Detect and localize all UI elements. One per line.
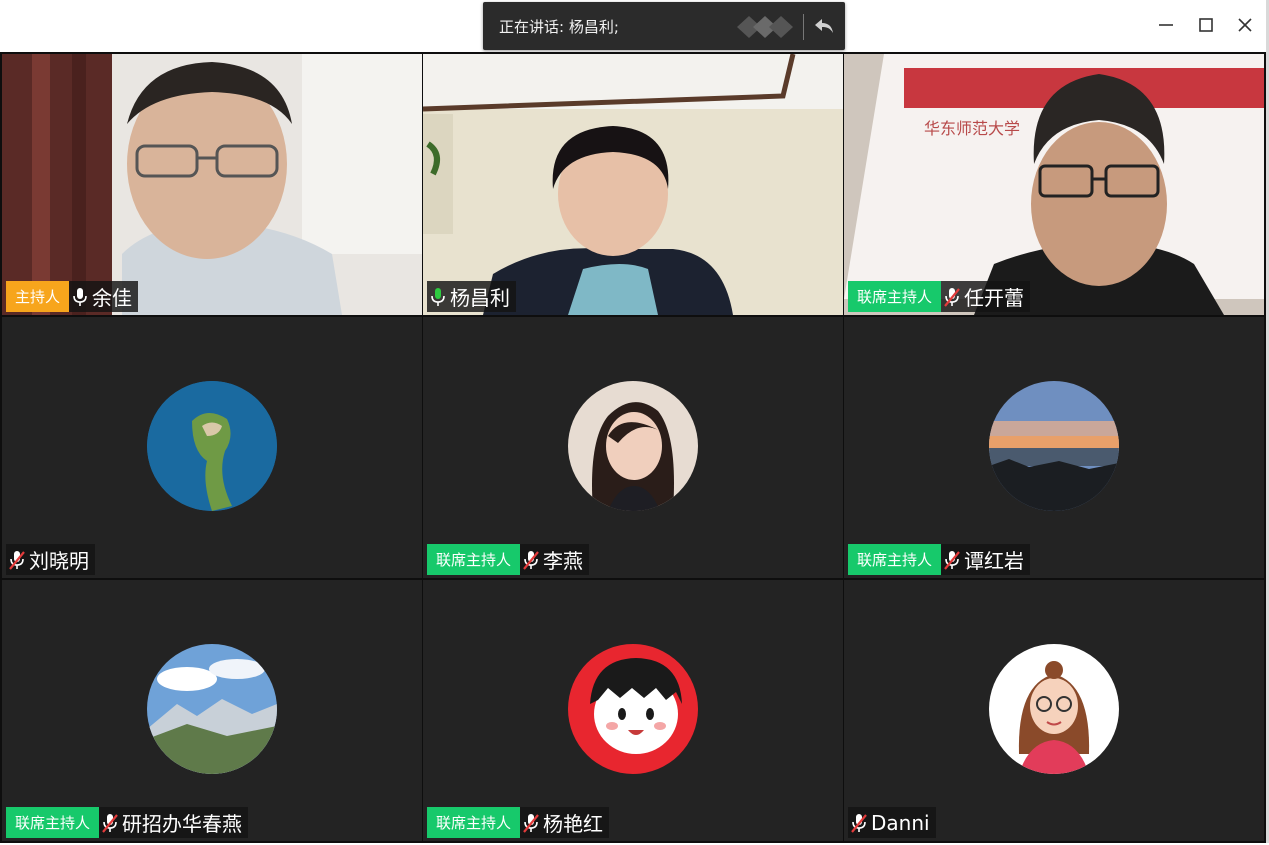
muted-microphone-icon <box>522 812 540 834</box>
participant-tile[interactable]: 联席主持人 杨艳红 <box>423 580 843 841</box>
participant-name: 谭红岩 <box>964 549 1025 573</box>
participant-grid: 主持人 余佳 杨昌利 华东师范大学 联席主持人 任开蕾 刘晓明 联席主持人 李燕… <box>0 52 1266 843</box>
video-feed: 华东师范大学 <box>844 54 1264 315</box>
participant-tile[interactable]: Danni <box>844 580 1264 841</box>
muted-microphone-icon <box>943 549 961 571</box>
muted-microphone-icon <box>8 549 26 571</box>
participant-name-box: 研招办华春燕 <box>99 807 249 838</box>
participant-name-box: 谭红岩 <box>941 544 1031 575</box>
cohost-badge: 联席主持人 <box>848 281 942 312</box>
cohost-badge: 联席主持人 <box>6 807 100 838</box>
participant-name: 杨艳红 <box>543 812 604 836</box>
sunset-avatar <box>989 381 1119 511</box>
speaking-indicator: 正在讲话: 杨昌利; <box>483 2 845 50</box>
cohost-badge: 联席主持人 <box>848 544 942 575</box>
woman-photo-avatar <box>568 381 698 511</box>
participant-label: 联席主持人 谭红岩 <box>848 544 1031 575</box>
participant-name-box: 杨昌利 <box>427 281 516 312</box>
participant-label: Danni <box>848 807 936 838</box>
speaking-text: 正在讲话: 杨昌利; <box>499 18 619 36</box>
participant-tile[interactable]: 刘晓明 <box>2 317 422 578</box>
participant-label: 刘晓明 <box>6 544 95 575</box>
cohost-badge: 联席主持人 <box>427 544 521 575</box>
close-icon[interactable] <box>1230 10 1260 40</box>
host-badge: 主持人 <box>6 281 70 312</box>
participant-name: 李燕 <box>543 549 584 573</box>
meeting-logo-icon <box>735 14 799 40</box>
muted-microphone-icon <box>850 812 868 834</box>
participant-tile[interactable]: 华东师范大学 联席主持人 任开蕾 <box>844 54 1264 315</box>
window-titlebar: 正在讲话: 杨昌利; <box>0 0 1269 52</box>
participant-tile[interactable]: 杨昌利 <box>423 54 843 315</box>
participant-name-box: Danni <box>848 807 936 838</box>
mountain-avatar <box>147 644 277 774</box>
return-arrow-icon[interactable] <box>807 10 841 42</box>
muted-microphone-icon <box>522 549 540 571</box>
participant-name: 刘晓明 <box>29 549 89 573</box>
participant-tile[interactable]: 联席主持人 谭红岩 <box>844 317 1264 578</box>
muted-microphone-icon <box>943 286 961 308</box>
participant-name-box: 刘晓明 <box>6 544 95 575</box>
participant-name-box: 任开蕾 <box>941 281 1031 312</box>
cohost-badge: 联席主持人 <box>427 807 521 838</box>
participant-name-box: 杨艳红 <box>520 807 610 838</box>
participant-name: 研招办华春燕 <box>122 812 243 836</box>
video-feed <box>2 54 422 315</box>
participant-name-box: 余佳 <box>69 281 139 312</box>
cartoon-girl-avatar <box>568 644 698 774</box>
participant-label: 主持人 余佳 <box>6 281 139 312</box>
muted-microphone-icon <box>101 812 119 834</box>
participant-name: Danni <box>871 810 930 835</box>
participant-label: 联席主持人 李燕 <box>427 544 590 575</box>
participant-name: 任开蕾 <box>964 286 1025 310</box>
participant-tile[interactable]: 联席主持人 研招办华春燕 <box>2 580 422 841</box>
video-feed <box>423 54 843 315</box>
participant-label: 杨昌利 <box>427 281 516 312</box>
participant-name: 余佳 <box>92 286 133 310</box>
divider <box>803 14 804 40</box>
participant-tile[interactable]: 联席主持人 李燕 <box>423 317 843 578</box>
svg-text:华东师范大学: 华东师范大学 <box>924 119 1020 138</box>
participant-label: 联席主持人 杨艳红 <box>427 807 610 838</box>
island-avatar <box>147 381 277 511</box>
participant-name: 杨昌利 <box>450 286 510 310</box>
microphone-icon <box>429 286 447 308</box>
participant-tile[interactable]: 主持人 余佳 <box>2 54 422 315</box>
cartoon-woman-avatar <box>989 644 1119 774</box>
participant-name-box: 李燕 <box>520 544 590 575</box>
minimize-icon[interactable] <box>1151 10 1181 40</box>
participant-label: 联席主持人 任开蕾 <box>848 281 1031 312</box>
maximize-icon[interactable] <box>1191 10 1221 40</box>
participant-label: 联席主持人 研招办华春燕 <box>6 807 249 838</box>
microphone-icon <box>71 286 89 308</box>
